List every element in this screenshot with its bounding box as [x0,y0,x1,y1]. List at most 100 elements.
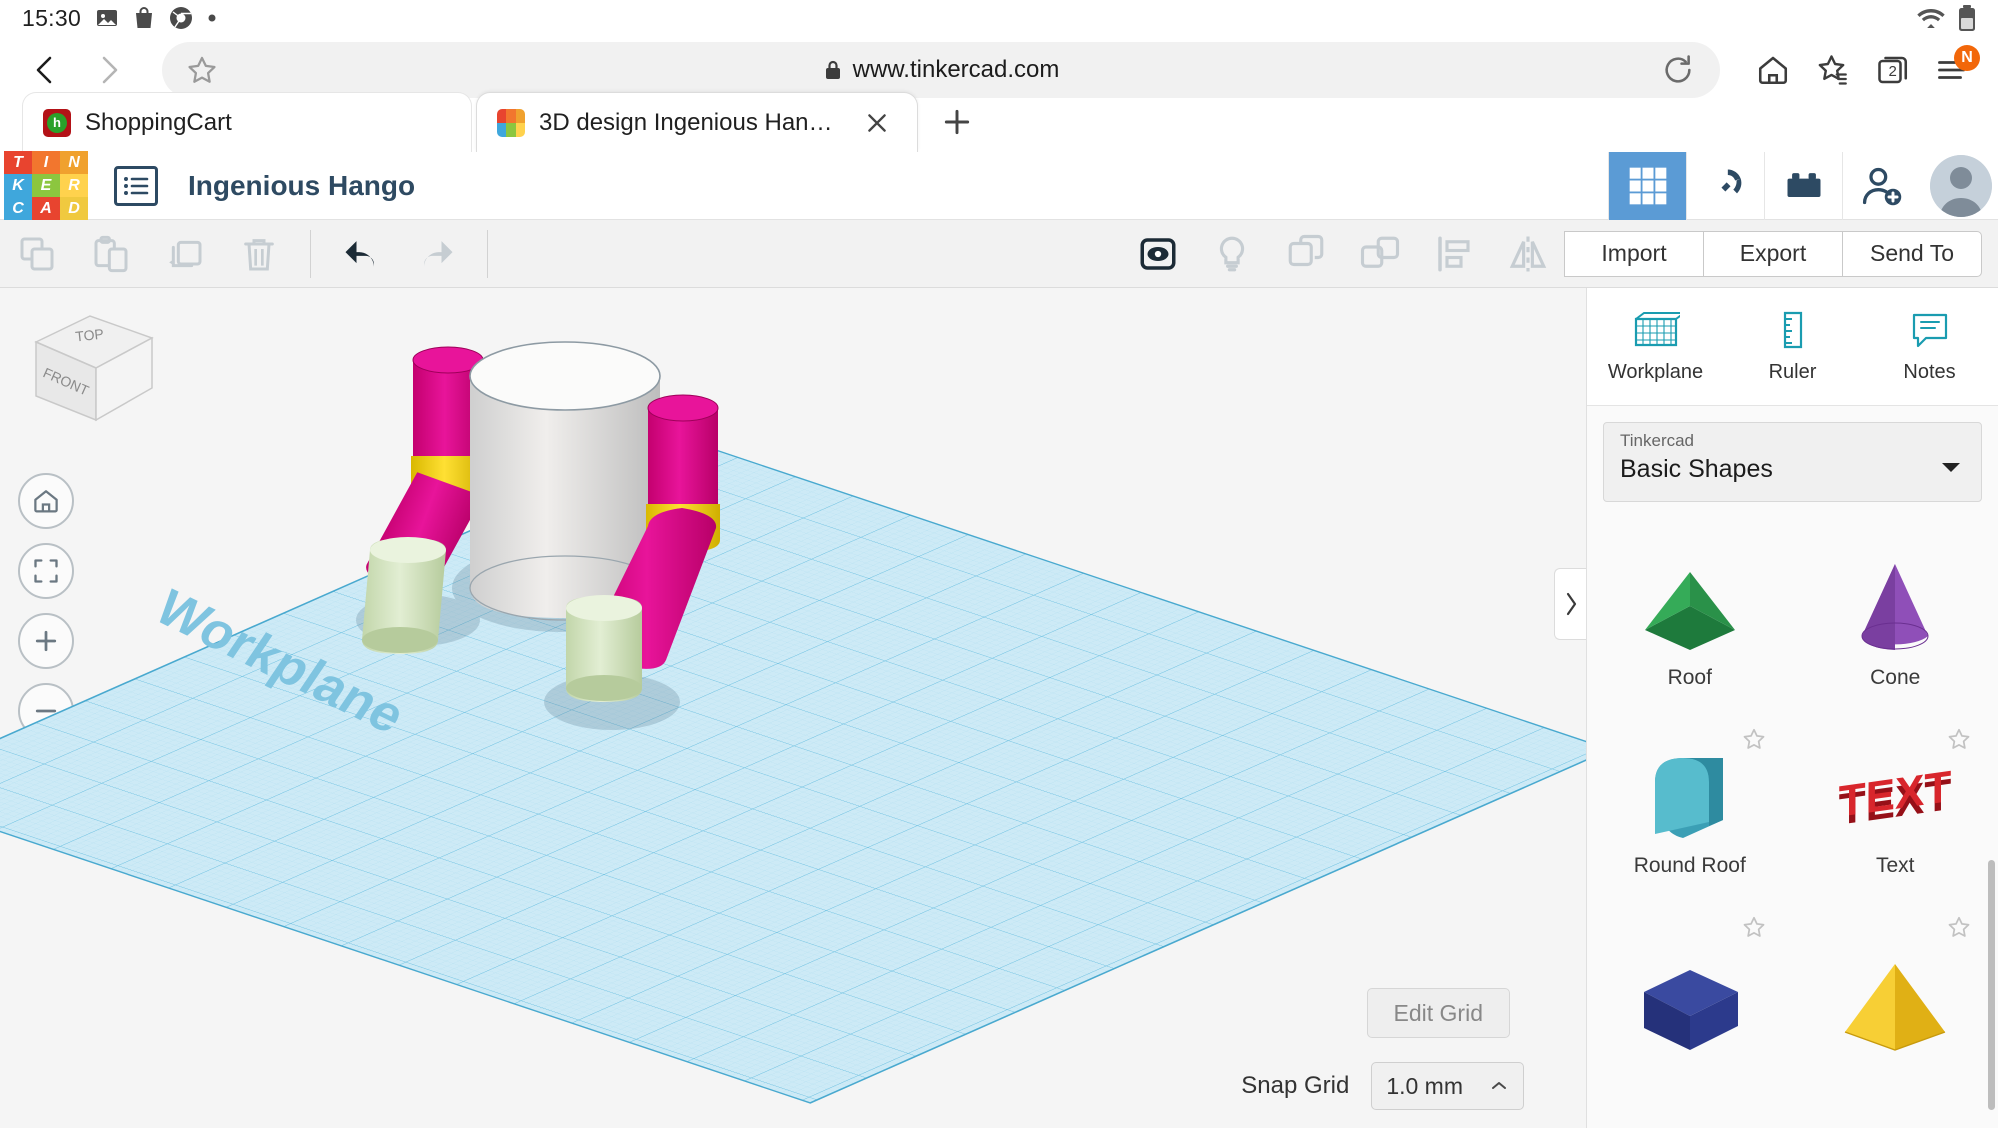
tinkercad-header: T I N K E R C A D Ingenious Hango [0,151,1998,220]
header-actions [1608,151,1998,220]
delete-trash-icon[interactable] [222,220,296,288]
chrome-icon [169,6,193,30]
avatar[interactable] [1930,154,1992,217]
home-icon[interactable] [1746,43,1800,97]
text-shape-icon: TEXT TEXT [1830,732,1960,842]
ruler-icon [1772,309,1814,351]
logo-letter: K [4,174,32,197]
close-icon[interactable] [857,103,897,143]
shape-label: Round Roof [1633,854,1746,877]
logo-letter: D [60,197,88,220]
url-display: www.tinkercad.com [162,56,1720,84]
favorite-star-icon[interactable] [1946,914,1972,940]
tab-strip: h ShoppingCart 3D design Ingenious Hang… [0,92,1998,152]
tab-title: 3D design Ingenious Hang… [539,108,843,136]
cone-shape-icon [1840,544,1950,654]
mirror-flip-icon[interactable] [1491,220,1565,288]
panel-toggle-button[interactable] [1554,568,1586,640]
shape-label: Cone [1870,666,1921,689]
favorite-star-icon[interactable] [1741,914,1767,940]
notes-icon [1909,309,1951,351]
hamburger-menu-icon[interactable]: N [1926,43,1980,97]
shape-item-roof[interactable]: Roof [1587,524,1793,706]
workplane [0,437,1586,1104]
round-roof-shape-icon [1635,732,1745,842]
star-icon[interactable] [180,53,224,87]
history-group [325,220,473,288]
back-arrow-icon[interactable] [18,42,74,98]
toolbar-right-group: Import Export Send To [1121,220,1998,288]
selected-collection: Basic Shapes [1620,455,1773,483]
browser-tab-shopping-cart[interactable]: h ShoppingCart [22,92,472,152]
logo-letter: I [32,151,60,174]
shape-list: Roof Cone Round Roof TEXT TEXT Text [1587,518,1998,1082]
app-screen: 15:30 www.tinkercad.com 2 N h ShoppingCa… [0,0,1998,1128]
edit-grid-button[interactable]: Edit Grid [1366,988,1510,1038]
show-hide-eye-icon[interactable] [1121,220,1195,288]
panel-scrollbar[interactable] [1988,860,1995,1110]
shape-item-text[interactable]: TEXT TEXT Text [1793,712,1998,894]
status-bar-right [1916,5,1976,31]
ungroup-shapes-icon[interactable] [1343,220,1417,288]
chevron-down-icon [1939,459,1963,475]
snap-grid-control: Snap Grid 1.0 mm [1241,1062,1524,1110]
import-button[interactable]: Import [1564,230,1704,277]
grid-view-icon[interactable] [1608,151,1686,220]
dot-icon [207,13,217,23]
forward-arrow-icon[interactable] [80,42,136,98]
tab-label: Notes [1903,361,1956,383]
paste-icon[interactable] [74,220,148,288]
new-tab-button[interactable] [922,92,992,152]
export-button[interactable]: Export [1703,230,1843,277]
logo-letter: T [4,151,32,174]
snap-grid-select[interactable]: 1.0 mm [1371,1062,1524,1110]
logo-letter: A [32,197,60,220]
list-view-icon[interactable] [114,165,158,206]
group-shapes-icon[interactable] [1269,220,1343,288]
shape-label: Roof [1667,666,1712,689]
favorite-star-icon[interactable] [1741,726,1767,752]
shape-item-pyramid[interactable] [1793,900,1998,1082]
shape-item-box[interactable] [1587,900,1793,1082]
pyramid-shape-icon [1835,944,1955,1054]
tab-ruler[interactable]: Ruler [1724,288,1861,405]
page-title[interactable]: Ingenious Hango [188,170,415,202]
tinkercad-logo[interactable]: T I N K E R C A D [4,151,88,220]
3d-scene[interactable]: Workplane [0,288,1586,1128]
battery-icon [1958,5,1976,31]
shape-item-round-roof[interactable]: Round Roof [1587,712,1793,894]
edit-toolbar: Import Export Send To [0,220,1998,288]
duplicate-icon[interactable] [148,220,222,288]
menu-badge: N [1954,45,1980,71]
browser-tab-tinkercad[interactable]: 3D design Ingenious Hang… [476,92,918,152]
url-bar[interactable]: www.tinkercad.com [162,42,1720,98]
roof-shape-icon [1635,544,1745,654]
tab-workplane[interactable]: Workplane [1587,288,1724,405]
undo-icon[interactable] [325,220,399,288]
tab-title: ShoppingCart [85,108,232,136]
shape-collection-select[interactable]: Tinkercad Basic Shapes [1603,422,1982,502]
copy-icon[interactable] [0,220,74,288]
align-icon[interactable] [1417,220,1491,288]
add-person-icon[interactable] [1842,151,1920,220]
redo-icon[interactable] [399,220,473,288]
favorite-star-icon[interactable] [1946,726,1972,752]
tab-notes[interactable]: Notes [1861,288,1998,405]
tab-label: Workplane [1607,361,1704,383]
workplane-grid-icon [1632,309,1680,351]
tab-switcher-icon[interactable]: 2 [1866,43,1920,97]
tab-count-label: 2 [1888,62,1897,80]
lego-brick-icon[interactable] [1764,151,1842,220]
status-bar: 15:30 [0,0,1998,36]
reload-icon[interactable] [1654,53,1702,87]
shape-item-cone[interactable]: Cone [1793,524,1998,706]
light-bulb-icon[interactable] [1195,220,1269,288]
send-to-button[interactable]: Send To [1842,230,1982,277]
clipboard-group [0,220,296,288]
bookmarks-star-icon[interactable] [1806,43,1860,97]
status-bar-left: 15:30 [22,5,217,32]
pickaxe-icon[interactable] [1686,151,1764,220]
3d-viewport[interactable]: TOP FRONT Workplane Edit Grid Snap Grid … [0,288,1586,1128]
wifi-icon [1916,6,1946,30]
shapes-panel: Workplane Ruler Notes Tinkercad Basic Sh… [1586,288,1998,1128]
